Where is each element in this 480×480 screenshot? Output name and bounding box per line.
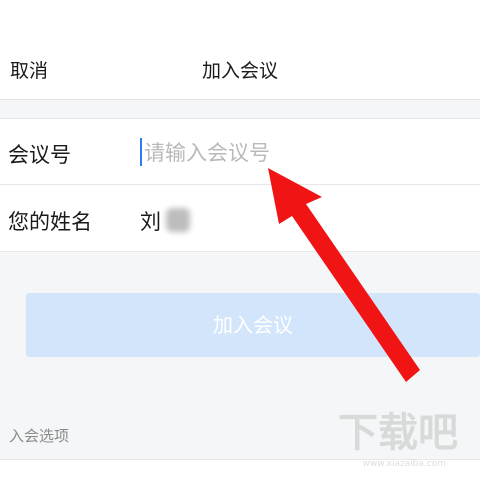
meeting-id-row[interactable]: 会议号 <box>0 119 480 185</box>
name-row[interactable]: 您的姓名 刘 <box>0 186 480 252</box>
join-options-label: 入会选项 <box>9 427 70 445</box>
name-label: 您的姓名 <box>8 210 92 234</box>
join-options-panel <box>0 459 480 480</box>
meeting-id-label: 会议号 <box>8 143 71 167</box>
name-value[interactable]: 刘 <box>140 206 161 236</box>
text-cursor <box>140 138 142 166</box>
watermark-text: 下载吧 <box>338 410 458 456</box>
page-title: 加入会议 <box>201 60 278 82</box>
join-meeting-button[interactable]: 加入会议 <box>26 293 480 357</box>
nav-header: 取消 加入会议 <box>0 0 480 100</box>
name-redaction-blur <box>166 208 190 232</box>
join-form: 会议号 您的姓名 刘 <box>0 118 480 252</box>
meeting-id-input[interactable] <box>144 137 464 169</box>
